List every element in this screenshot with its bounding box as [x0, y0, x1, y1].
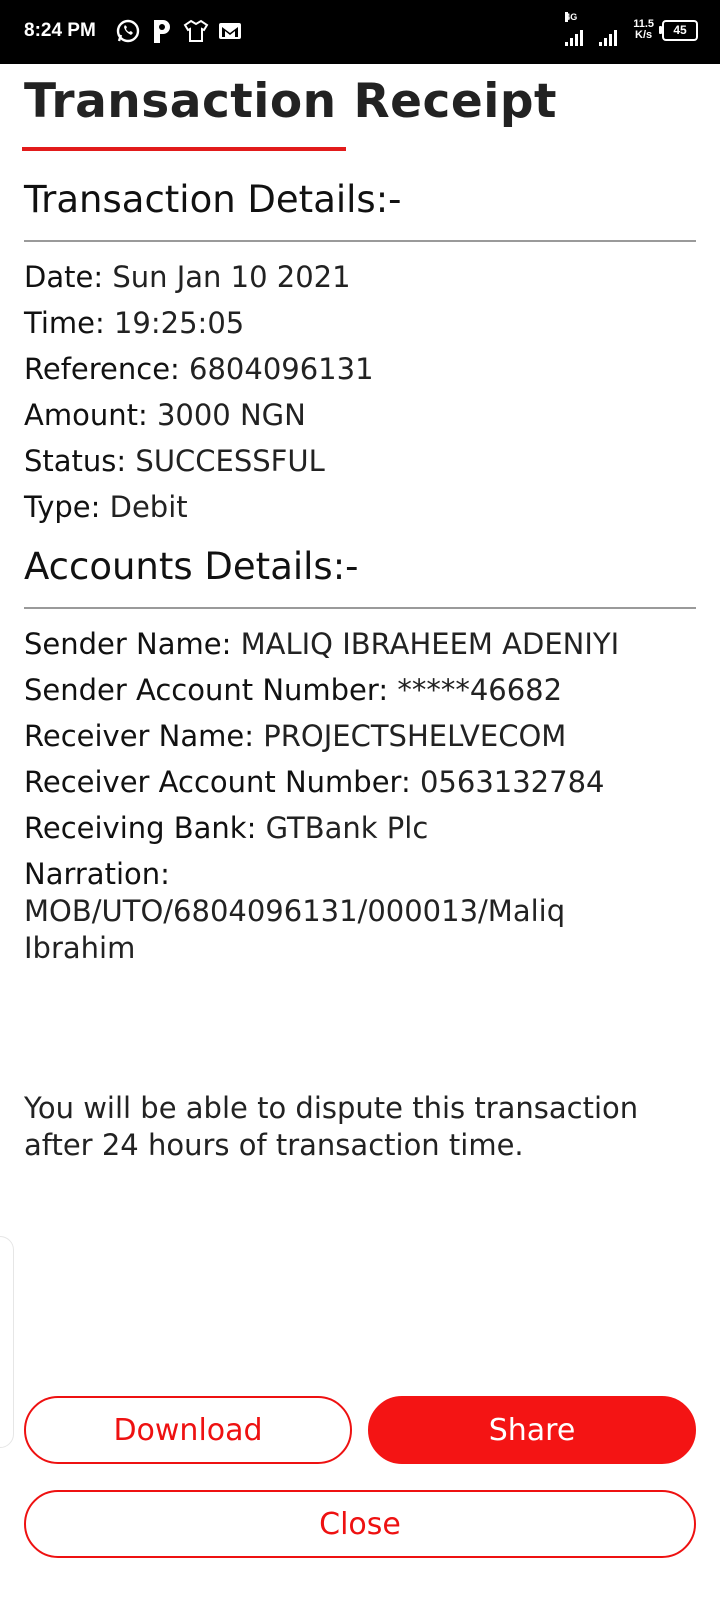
- gmail-icon: [216, 17, 244, 45]
- battery-icon: 45: [659, 19, 698, 41]
- detail-row-receiving-bank: Receiving Bank: GTBank Plc: [24, 810, 696, 847]
- detail-row-sender-account: Sender Account Number: *****46682: [24, 672, 696, 709]
- detail-value: MALIQ IBRAHEEM ADENIYI: [240, 627, 620, 661]
- detail-value: 0563132784: [419, 765, 605, 799]
- detail-label: Receiving Bank:: [24, 811, 257, 845]
- network-label: 4G: [565, 12, 578, 22]
- close-button[interactable]: Close: [24, 1490, 696, 1558]
- detail-row-narration: Narration: MOB/UTO/6804096131/000013/Mal…: [24, 856, 696, 967]
- battery-level: 45: [673, 23, 687, 37]
- notification-icons: [114, 17, 244, 45]
- detail-label: Time:: [24, 306, 105, 340]
- detail-row-type: Type: Debit: [24, 489, 696, 526]
- share-button[interactable]: Share: [368, 1396, 696, 1464]
- detail-label: Status:: [24, 444, 127, 478]
- network-speed: 11.5 K/s: [633, 19, 654, 41]
- dispute-note: You will be able to dispute this transac…: [24, 1091, 639, 1162]
- detail-label: Reference:: [24, 352, 180, 386]
- speed-unit: K/s: [635, 29, 653, 41]
- detail-value: GTBank Plc: [265, 811, 429, 845]
- detail-label: Date:: [24, 260, 104, 294]
- divider: [24, 607, 696, 609]
- status-time: 8:24 PM: [24, 20, 96, 41]
- detail-row-reference: Reference: 6804096131: [24, 351, 696, 388]
- detail-value: *****46682: [397, 673, 563, 707]
- detail-value: SUCCESSFUL: [135, 444, 325, 478]
- detail-label: Receiver Account Number:: [24, 765, 411, 799]
- detail-value: 6804096131: [189, 352, 374, 386]
- detail-row-sender-name: Sender Name: MALIQ IBRAHEEM ADENIYI: [24, 626, 696, 663]
- detail-label: Receiver Name:: [24, 719, 255, 753]
- detail-label: Type:: [24, 490, 101, 524]
- side-floating-tab[interactable]: [0, 1236, 14, 1448]
- whatsapp-icon: [114, 17, 142, 45]
- detail-row-receiver-name: Receiver Name: PROJECTSHELVECOM: [24, 718, 696, 755]
- download-button[interactable]: Download: [24, 1396, 352, 1464]
- detail-row-date: Date: Sun Jan 10 2021: [24, 259, 696, 296]
- detail-row-time: Time: 19:25:05: [24, 305, 696, 342]
- detail-value: MOB/UTO/6804096131/000013/Maliq Ibrahim: [24, 894, 566, 965]
- detail-label: Sender Name:: [24, 627, 232, 661]
- detail-label: Narration:: [24, 857, 170, 891]
- detail-value: 19:25:05: [113, 306, 245, 340]
- detail-value: PROJECTSHELVECOM: [263, 719, 567, 753]
- signal-4g-icon: 4G: [565, 12, 591, 46]
- shirt-app-icon: [182, 17, 210, 45]
- page-title: Transaction Receipt: [24, 74, 558, 129]
- transaction-details-heading: Transaction Details:-: [24, 178, 402, 221]
- detail-label: Sender Account Number:: [24, 673, 389, 707]
- status-right: 4G 11.5 K/s 45: [565, 12, 698, 46]
- status-bar: 8:24 PM 4G 11.5 K/s 45: [0, 0, 720, 64]
- signal-icon: [599, 14, 625, 46]
- divider: [24, 240, 696, 242]
- detail-row-amount: Amount: 3000 NGN: [24, 397, 696, 434]
- detail-label: Amount:: [24, 398, 148, 432]
- detail-value: Debit: [109, 490, 188, 524]
- detail-value: 3000 NGN: [156, 398, 306, 432]
- p-app-icon: [148, 17, 176, 45]
- detail-row-receiver-account: Receiver Account Number: 0563132784: [24, 764, 696, 801]
- detail-value: Sun Jan 10 2021: [112, 260, 351, 294]
- detail-row-status: Status: SUCCESSFUL: [24, 443, 696, 480]
- accounts-details-heading: Accounts Details:-: [24, 545, 359, 588]
- title-underline: [22, 147, 346, 151]
